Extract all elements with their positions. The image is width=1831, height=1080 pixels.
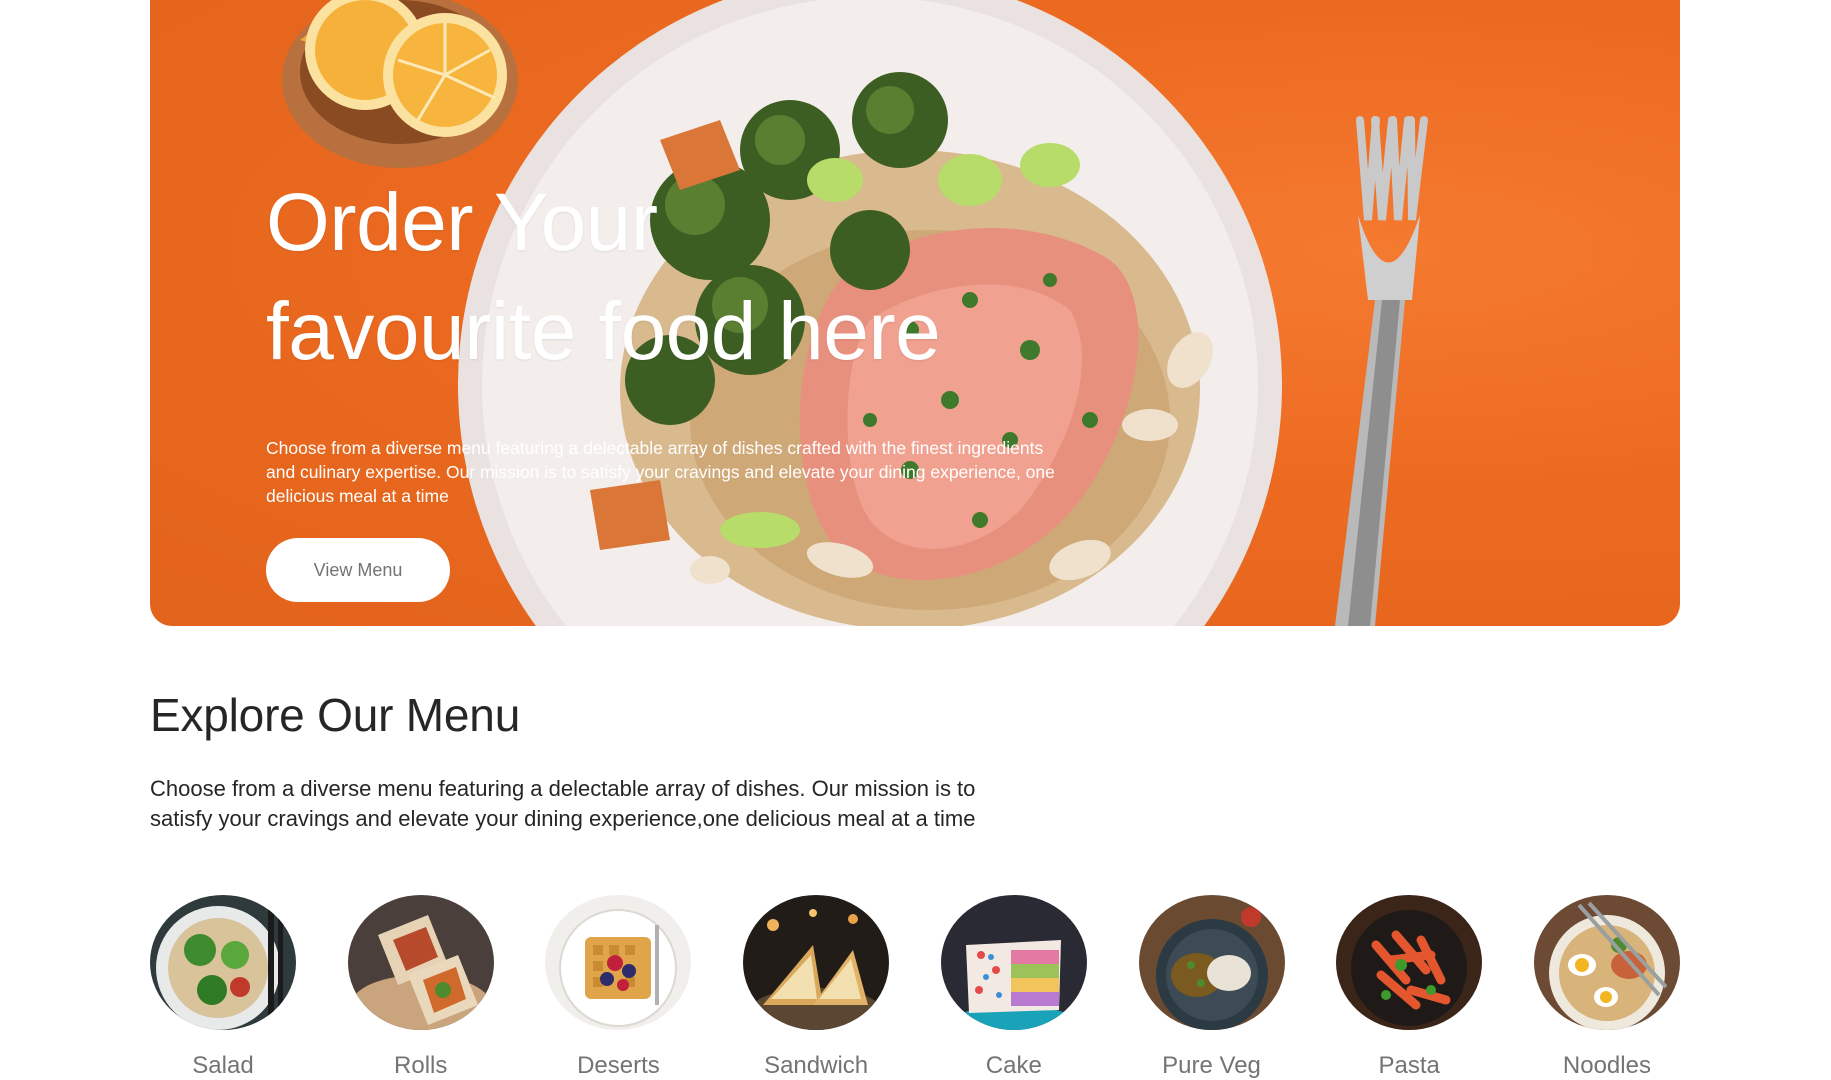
menu-item-label: Noodles — [1562, 1052, 1651, 1079]
fork-image — [1335, 116, 1428, 626]
menu-item-label: Deserts — [577, 1052, 660, 1079]
menu-item-noodles[interactable]: Noodles — [1533, 895, 1680, 1080]
hero-title-line1: Order Your — [266, 177, 658, 268]
lemon-bowl-image — [282, 0, 518, 168]
menu-item-label: Sandwich — [764, 1052, 869, 1079]
cake-image[interactable] — [940, 895, 1087, 1030]
noodles-image[interactable] — [1533, 895, 1680, 1030]
explore-menu-description: Choose from a diverse menu featuring a d… — [150, 774, 1070, 834]
menu-item-label: Cake — [985, 1052, 1042, 1079]
explore-description-line2: satisfy your cravings and elevate your d… — [150, 806, 976, 831]
rolls-image[interactable] — [347, 895, 494, 1030]
menu-item-rolls[interactable]: Rolls — [347, 895, 494, 1080]
menu-item-label: Rolls — [394, 1052, 448, 1079]
menu-item-pure-veg[interactable]: Pure Veg — [1138, 895, 1285, 1080]
pure-veg-image[interactable] — [1138, 895, 1285, 1030]
hero-title: Order Your favourite food here — [266, 168, 1086, 386]
pasta-image[interactable] — [1336, 895, 1483, 1030]
salad-image[interactable] — [150, 895, 296, 1030]
menu-category-list: Salad Rolls Deserts Sandwich Cake Pure V… — [150, 895, 1680, 1080]
hero-title-line2: favourite food here — [266, 286, 941, 377]
menu-item-deserts[interactable]: Deserts — [545, 895, 692, 1080]
menu-item-sandwich[interactable]: Sandwich — [743, 895, 890, 1080]
menu-item-label: Pasta — [1378, 1052, 1440, 1079]
sandwich-image[interactable] — [743, 895, 890, 1030]
menu-item-pasta[interactable]: Pasta — [1336, 895, 1483, 1080]
explore-description-line1: Choose from a diverse menu featuring a d… — [150, 776, 976, 801]
view-menu-button[interactable]: View Menu — [266, 538, 450, 602]
hero-banner: Order Your favourite food here Choose fr… — [150, 0, 1680, 626]
menu-item-label: Pure Veg — [1162, 1052, 1261, 1079]
menu-item-cake[interactable]: Cake — [940, 895, 1087, 1080]
menu-item-label: Salad — [192, 1052, 254, 1079]
deserts-image[interactable] — [545, 895, 692, 1030]
explore-menu-title: Explore Our Menu — [150, 689, 521, 741]
hero-description: Choose from a diverse menu featuring a d… — [266, 438, 1055, 506]
hero-content: Order Your favourite food here Choose fr… — [266, 168, 1086, 602]
menu-item-salad[interactable]: Salad — [150, 895, 296, 1080]
